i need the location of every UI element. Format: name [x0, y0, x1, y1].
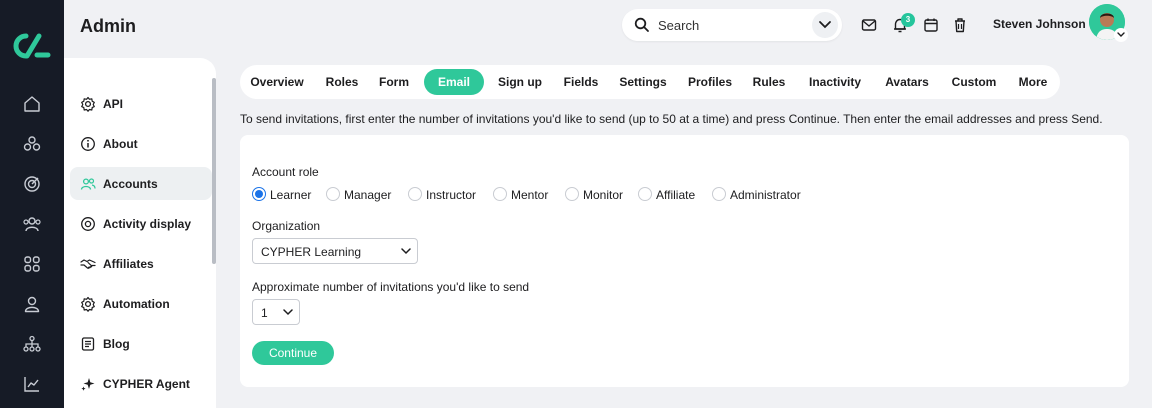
radio-circle[interactable] — [493, 187, 507, 201]
analytics-icon[interactable] — [22, 374, 42, 394]
search-box[interactable]: Search — [622, 9, 842, 41]
radio-label: Instructor — [426, 188, 477, 202]
tab-fields[interactable]: Fields — [556, 69, 606, 95]
target-icon — [81, 217, 95, 231]
users-icon — [80, 178, 96, 190]
sidebar-item-about[interactable]: About — [70, 127, 212, 160]
tab-profiles[interactable]: Profiles — [680, 69, 740, 95]
sidebar-item-label: Accounts — [103, 177, 158, 191]
tab-rules[interactable]: Rules — [748, 69, 790, 95]
handshake-icon — [80, 259, 96, 269]
sidebar-item-label: Activity display — [103, 217, 192, 231]
organization-value: CYPHER Learning — [261, 245, 362, 259]
radio-circle[interactable] — [712, 187, 726, 201]
intro-text: To send invitations, first enter the num… — [240, 112, 1103, 126]
radio-circle[interactable] — [326, 187, 340, 201]
apps-icon[interactable] — [22, 254, 42, 274]
settings-sidebar: API About Accounts Activity display Affi… — [64, 58, 216, 408]
user-icon[interactable] — [22, 294, 42, 314]
tab-avatars[interactable]: Avatars — [876, 69, 938, 95]
sidebar-item-label: Affiliates — [103, 257, 154, 271]
sidebar-item-affiliates[interactable]: Affiliates — [70, 247, 212, 280]
chevron-down-icon — [819, 21, 831, 29]
gear-icon — [81, 96, 95, 112]
courses-icon[interactable] — [22, 134, 42, 154]
sidebar-scrollbar[interactable] — [212, 78, 216, 264]
radio-label: Monitor — [583, 188, 624, 202]
trash-icon[interactable] — [951, 16, 969, 34]
info-icon — [81, 137, 95, 151]
tab-custom[interactable]: Custom — [944, 69, 1004, 95]
tab-inactivity[interactable]: Inactivity — [800, 69, 870, 95]
app-rail — [0, 0, 64, 408]
sidebar-item-label: CYPHER Agent — [103, 377, 190, 391]
target-icon[interactable] — [22, 174, 42, 194]
invitation-count-label: Approximate number of invitations you'd … — [252, 280, 530, 294]
search-label: Search — [658, 18, 700, 33]
top-header: Admin Search 3 Steven Johnson — [64, 0, 1152, 58]
sparkle-icon — [81, 378, 95, 391]
sidebar-item-automation[interactable]: Automation — [70, 287, 212, 320]
tab-email[interactable]: Email — [424, 69, 484, 95]
settings-tabs: Overview Roles Form Email Sign up Fields… — [240, 65, 1060, 99]
radio-circle[interactable] — [408, 187, 422, 201]
chevron-down-icon — [1117, 32, 1125, 37]
mail-icon[interactable] — [860, 16, 878, 34]
radio-label: Affiliate — [656, 188, 696, 202]
radio-circle[interactable] — [565, 187, 579, 201]
page-title: Admin — [80, 16, 136, 36]
radio-label: Learner — [270, 188, 312, 202]
search-icon — [634, 17, 649, 32]
sidebar-item-label: API — [103, 97, 124, 111]
sidebar-item-api[interactable]: API — [70, 87, 212, 120]
tab-roles[interactable]: Roles — [318, 69, 366, 95]
cypher-logo[interactable] — [12, 31, 52, 61]
organization-label: Organization — [252, 219, 321, 233]
continue-button[interactable]: Continue — [252, 341, 334, 365]
radio-label: Administrator — [730, 188, 801, 202]
tab-more[interactable]: More — [1012, 69, 1054, 95]
tab-settings[interactable]: Settings — [614, 69, 672, 95]
chevron-down-icon — [401, 248, 411, 255]
sidebar-item-label: Automation — [103, 297, 170, 311]
radio-label: Mentor — [511, 188, 549, 202]
search-scope-dropdown[interactable] — [812, 12, 838, 38]
gear-icon — [81, 296, 95, 312]
radio-circle[interactable] — [638, 187, 652, 201]
tab-form[interactable]: Form — [372, 69, 416, 95]
tab-sign-up[interactable]: Sign up — [492, 69, 548, 95]
radio-label: Manager — [344, 188, 392, 202]
chevron-down-icon — [283, 309, 293, 316]
invitation-count-value: 1 — [261, 306, 268, 320]
invitation-count-select[interactable]: 1 — [252, 299, 300, 325]
sidebar-item-blog[interactable]: Blog — [70, 327, 212, 360]
sidebar-item-cypher-agent[interactable]: CYPHER Agent — [70, 367, 212, 400]
account-role-label: Account role — [252, 165, 319, 179]
tab-overview[interactable]: Overview — [242, 69, 312, 95]
org-chart-icon[interactable] — [22, 334, 42, 354]
account-menu-toggle[interactable] — [1114, 28, 1128, 42]
sidebar-item-activity-display[interactable]: Activity display — [70, 207, 212, 240]
calendar-icon[interactable] — [922, 16, 940, 34]
organization-select[interactable]: CYPHER Learning — [252, 238, 418, 264]
invite-form-panel: Account role Learner Manager Instructor … — [240, 135, 1129, 387]
document-icon — [81, 337, 95, 351]
notification-badge: 3 — [901, 13, 915, 27]
user-name[interactable]: Steven Johnson — [993, 17, 1086, 31]
groups-icon[interactable] — [22, 214, 42, 234]
sidebar-item-label: Blog — [103, 337, 130, 351]
sidebar-item-label: About — [103, 137, 138, 151]
sidebar-item-accounts[interactable]: Accounts — [70, 167, 212, 200]
home-icon[interactable] — [22, 94, 42, 114]
radio-circle[interactable] — [252, 187, 266, 201]
